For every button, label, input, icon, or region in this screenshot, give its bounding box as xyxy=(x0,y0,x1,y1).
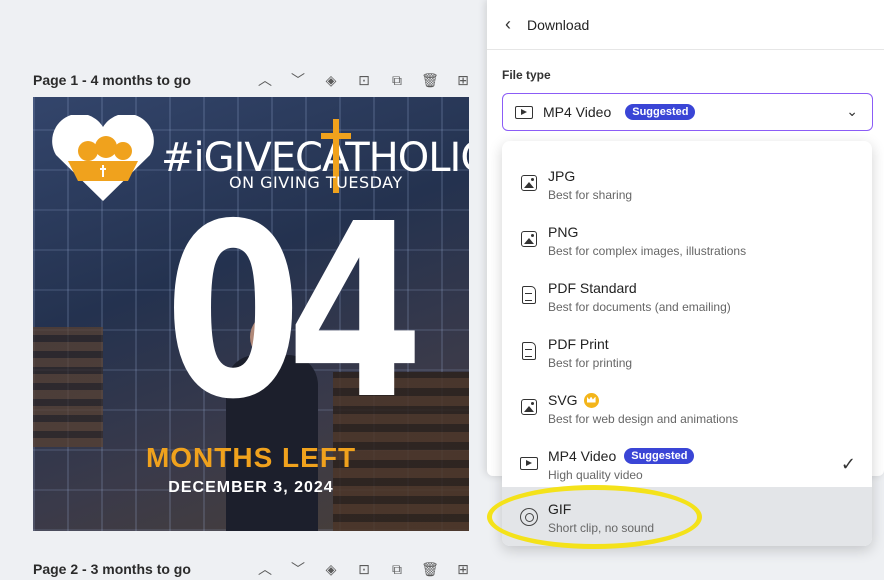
file-type-select[interactable]: MP4 Video Suggested ⌄ xyxy=(502,93,873,131)
option-desc: Short clip, no sound xyxy=(548,521,655,535)
option-name: SVG xyxy=(548,392,578,408)
option-name: PNG xyxy=(548,224,579,240)
hide-icon[interactable]: ◈ xyxy=(321,70,341,90)
page-1-header: Page 1 - 4 months to go ︿ ﹀ ◈ ⊡ ⧉ 🗑 ⊞ xyxy=(33,69,473,91)
option-name: MP4 Video xyxy=(548,448,617,464)
page-2-header: Page 2 - 3 months to go ︿ ﹀ ◈ ⊡ ⧉ 🗑 ⊞ xyxy=(33,558,473,580)
video-icon xyxy=(520,456,538,470)
lock-icon[interactable]: ⊡ xyxy=(354,559,374,579)
option-jpg[interactable]: JPG Best for sharing xyxy=(502,151,872,207)
option-gif[interactable]: GIF Short clip, no sound xyxy=(502,487,872,546)
page-toolbar: ︿ ﹀ ◈ ⊡ ⧉ 🗑 ⊞ xyxy=(255,559,473,579)
option-pdf-print[interactable]: PDF Print Best for printing xyxy=(502,319,872,375)
option-name: PDF Standard xyxy=(548,280,637,296)
option-name: PDF Print xyxy=(548,336,609,352)
option-name: JPG xyxy=(548,168,576,184)
option-png[interactable]: PNG Best for complex images, illustratio… xyxy=(502,207,872,263)
page-title: Page 1 - 4 months to go xyxy=(33,72,191,88)
event-date: DECEMBER 3, 2024 xyxy=(168,479,334,496)
option-desc: Best for printing xyxy=(548,356,633,370)
crown-pro-icon xyxy=(583,392,599,408)
option-desc: Best for web design and animations xyxy=(548,412,739,426)
back-chevron-icon[interactable]: ‹ xyxy=(505,14,511,35)
chevron-up-icon[interactable]: ︿ xyxy=(255,559,275,579)
suggested-badge: Suggested xyxy=(624,448,695,464)
option-svg[interactable]: SVG Best for web design and animations xyxy=(502,375,872,431)
option-name-wrap: SVG xyxy=(548,392,599,408)
duplicate-icon[interactable]: ⧉ xyxy=(387,559,407,579)
file-type-label: File type xyxy=(502,68,551,82)
chevron-down-icon[interactable]: ﹀ xyxy=(288,70,308,90)
page-title: Page 2 - 3 months to go xyxy=(33,561,191,577)
hide-icon[interactable]: ◈ xyxy=(321,559,341,579)
option-name-wrap: MP4 Video Suggested xyxy=(548,448,695,464)
image-icon xyxy=(521,175,537,191)
selected-file-type: MP4 Video xyxy=(543,104,612,120)
chevron-down-icon: ⌄ xyxy=(846,103,858,119)
months-left-headline: MONTHS LEFT xyxy=(145,442,357,473)
design-canvas[interactable]: #iGIVECATHOLIC ON GIVING TUESDAY 04 MONT… xyxy=(33,97,469,531)
video-icon xyxy=(515,105,533,119)
document-icon xyxy=(522,342,536,360)
option-name: GIF xyxy=(548,501,572,517)
option-desc: Best for documents (and emailing) xyxy=(548,300,731,314)
chevron-up-icon[interactable]: ︿ xyxy=(255,70,275,90)
file-type-dropdown: JPG Best for sharing PNG Best for comple… xyxy=(502,141,872,546)
chevron-down-icon[interactable]: ﹀ xyxy=(288,559,308,579)
add-page-icon[interactable]: ⊞ xyxy=(453,70,473,90)
delete-icon[interactable]: 🗑 xyxy=(420,70,440,90)
suggested-badge: Suggested xyxy=(625,104,696,120)
option-pdf-standard[interactable]: PDF Standard Best for documents (and ema… xyxy=(502,263,872,319)
heart-logo-icon xyxy=(52,115,154,201)
option-desc: Best for sharing xyxy=(548,188,633,202)
panel-title: Download xyxy=(527,16,590,33)
document-icon xyxy=(522,286,536,304)
duplicate-icon[interactable]: ⧉ xyxy=(387,70,407,90)
page-toolbar: ︿ ﹀ ◈ ⊡ ⧉ 🗑 ⊞ xyxy=(255,70,473,90)
option-desc: High quality video xyxy=(548,468,643,482)
pews-image-left xyxy=(33,327,103,447)
image-icon xyxy=(521,231,537,247)
delete-icon[interactable]: 🗑 xyxy=(420,559,440,579)
option-mp4[interactable]: MP4 Video Suggested High quality video ✓ xyxy=(502,431,872,487)
checkmark-icon: ✓ xyxy=(840,454,856,474)
add-page-icon[interactable]: ⊞ xyxy=(453,559,473,579)
option-desc: Best for complex images, illustrations xyxy=(548,244,747,258)
image-icon xyxy=(521,399,537,415)
canvas-area: Page 1 - 4 months to go ︿ ﹀ ◈ ⊡ ⧉ 🗑 ⊞ #i… xyxy=(0,0,490,580)
lock-icon[interactable]: ⊡ xyxy=(354,70,374,90)
gif-icon xyxy=(520,508,538,526)
months-number: 04 xyxy=(164,172,424,452)
panel-header: ‹ Download xyxy=(487,0,884,50)
